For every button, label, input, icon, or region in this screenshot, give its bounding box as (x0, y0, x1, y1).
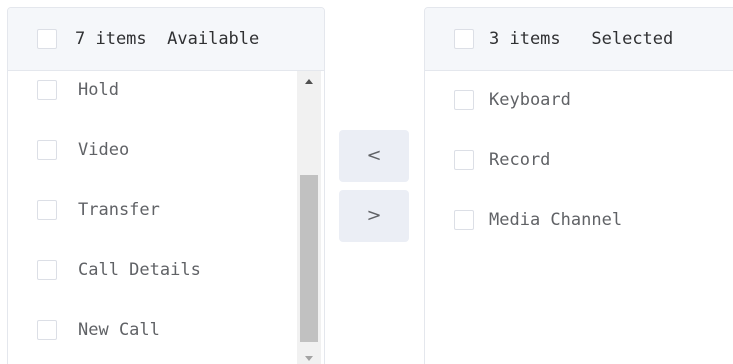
move-to-selected-button[interactable]: > (339, 190, 409, 242)
list-item-media-channel[interactable]: Media Channel (425, 200, 715, 240)
available-panel: 7 items Available Hold Video Transfer Ca… (7, 7, 325, 364)
list-item-video[interactable]: Video (8, 130, 298, 170)
item-label: Record (489, 150, 551, 170)
available-panel-header: 7 items Available (8, 8, 324, 71)
list-item-record[interactable]: Record (425, 140, 715, 180)
available-title: Available (167, 29, 260, 49)
item-checkbox[interactable] (37, 200, 57, 220)
scroll-up-arrow-icon[interactable] (297, 71, 321, 91)
item-label: Hold (78, 80, 119, 100)
selected-panel-header: 3 items Selected (425, 8, 733, 71)
item-label: Call Details (78, 260, 201, 280)
scroll-down-arrow-icon[interactable] (297, 349, 321, 364)
item-checkbox[interactable] (454, 210, 474, 230)
select-all-selected-checkbox[interactable] (454, 29, 474, 49)
item-checkbox[interactable] (37, 140, 57, 160)
selected-count: 3 items (489, 29, 561, 49)
item-label: Transfer (78, 200, 160, 220)
selected-title: Selected (591, 29, 674, 49)
item-checkbox[interactable] (37, 80, 57, 100)
item-label: New Call (78, 320, 160, 340)
selected-panel: 3 items Selected Keyboard Record Media C… (424, 7, 733, 364)
item-label: Keyboard (489, 90, 571, 110)
item-checkbox[interactable] (454, 150, 474, 170)
item-checkbox[interactable] (37, 260, 57, 280)
move-to-available-button[interactable]: < (339, 130, 409, 182)
available-count: 7 items (75, 29, 147, 49)
list-item-new-call[interactable]: New Call (8, 310, 298, 350)
list-item-keyboard[interactable]: Keyboard (425, 80, 715, 120)
scrollbar-thumb[interactable] (300, 175, 318, 342)
item-checkbox[interactable] (37, 320, 57, 340)
list-item-call-details[interactable]: Call Details (8, 250, 298, 290)
select-all-available-checkbox[interactable] (37, 29, 57, 49)
selected-header-text: 3 items Selected (489, 28, 673, 50)
available-header-text: 7 items Available (75, 28, 259, 50)
list-item-transfer[interactable]: Transfer (8, 190, 298, 230)
item-label: Video (78, 140, 130, 160)
available-list-scrollbar[interactable] (297, 71, 321, 364)
list-item-hold[interactable]: Hold (8, 70, 298, 110)
item-checkbox[interactable] (454, 90, 474, 110)
item-label: Media Channel (489, 210, 623, 230)
